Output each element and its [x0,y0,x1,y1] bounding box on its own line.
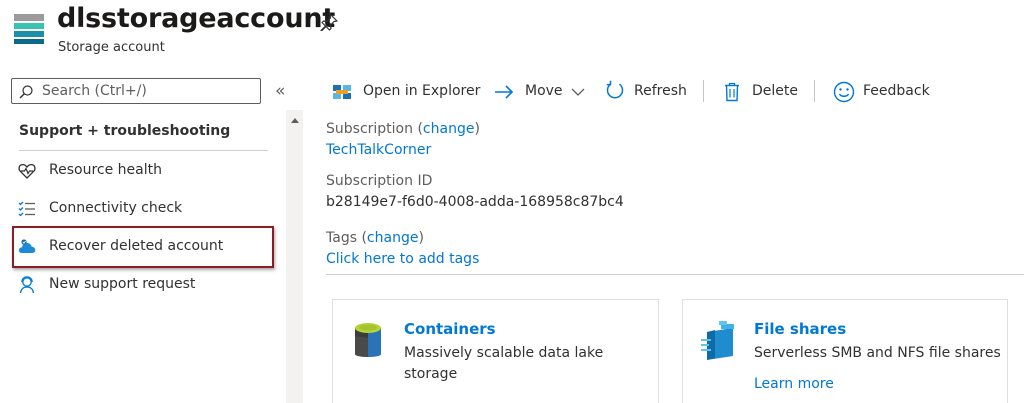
command-bar: Open in Explorer Move Refresh Delete Fee… [322,74,1024,110]
delete-label: Delete [752,83,798,99]
toolbar-divider [703,80,704,102]
heart-pulse-icon [18,163,36,179]
checklist-icon [18,201,35,217]
trash-icon [725,82,739,102]
smiley-icon [833,81,855,103]
sidebar-item-recover-deleted-account[interactable]: Recover deleted account [12,226,274,268]
sidebar-item-label: New support request [49,276,196,292]
sidebar-item-label: Resource health [49,162,162,178]
section-title: Support + troubleshooting [19,123,231,139]
search-icon [19,85,33,99]
tags-change-link[interactable]: change [367,230,419,246]
sidebar-item-resource-health[interactable]: Resource health [12,154,274,188]
add-tags-link[interactable]: Click here to add tags [326,251,479,267]
move-button[interactable]: Move [494,74,590,110]
refresh-button[interactable]: Refresh [605,74,695,110]
page-title: dlsstorageaccount [57,3,336,34]
containers-card-description: Massively scalable data lake storage [404,345,604,382]
search-input[interactable]: Search (Ctrl+/) [11,78,261,104]
file-shares-card[interactable]: File shares Serverless SMB and NFS file … [682,299,1008,403]
section-divider [19,150,268,151]
feedback-button[interactable]: Feedback [833,74,943,110]
cloud-restore-icon [18,239,36,253]
refresh-icon [606,80,624,99]
essentials-divider [326,274,1024,275]
toolbar-divider [814,80,815,102]
collapse-sidebar-button[interactable]: « [275,80,291,102]
subscription-change-link[interactable]: change [423,121,475,137]
sidebar-item-label: Connectivity check [49,200,183,216]
refresh-label: Refresh [634,83,687,99]
file-shares-learn-more-link[interactable]: Learn more [754,376,834,392]
delete-button[interactable]: Delete [722,74,802,110]
sidebar-item-new-support-request[interactable]: New support request [12,268,274,302]
containers-card[interactable]: Containers Massively scalable data lake … [332,299,659,403]
subscription-value-link[interactable]: TechTalkCorner [326,142,431,158]
sidebar-scrollbar[interactable] [286,110,303,403]
resource-header: dlsstorageaccount Storage account [0,0,1024,64]
pin-icon[interactable] [320,13,338,31]
sidebar-item-connectivity-check[interactable]: Connectivity check [12,192,274,226]
chevron-down-icon [571,88,585,96]
scroll-up-arrow-icon[interactable] [291,118,299,123]
page-subtitle: Storage account [58,40,165,55]
support-person-icon [19,276,35,294]
subscription-label: Subscription (change) [326,121,480,137]
arrow-right-icon [495,85,514,99]
storage-account-icon [14,14,44,44]
file-shares-icon [701,321,734,360]
move-label: Move [525,83,563,99]
open-in-explorer-label: Open in Explorer [363,83,481,99]
containers-card-title[interactable]: Containers [404,320,496,338]
tags-label: Tags (change) [326,230,424,246]
subscription-id-label: Subscription ID [326,173,433,189]
feedback-label: Feedback [863,83,930,99]
sidebar-item-label: Recover deleted account [49,238,224,254]
storage-explorer-icon [333,85,351,99]
open-in-explorer-button[interactable]: Open in Explorer [332,74,482,110]
subscription-id-value: b28149e7-f6d0-4008-adda-168958c87bc4 [326,194,624,210]
file-shares-card-title[interactable]: File shares [754,320,846,338]
file-shares-card-description: Serverless SMB and NFS file shares [754,345,1001,361]
search-placeholder: Search (Ctrl+/) [42,83,147,99]
containers-icon [355,323,381,357]
